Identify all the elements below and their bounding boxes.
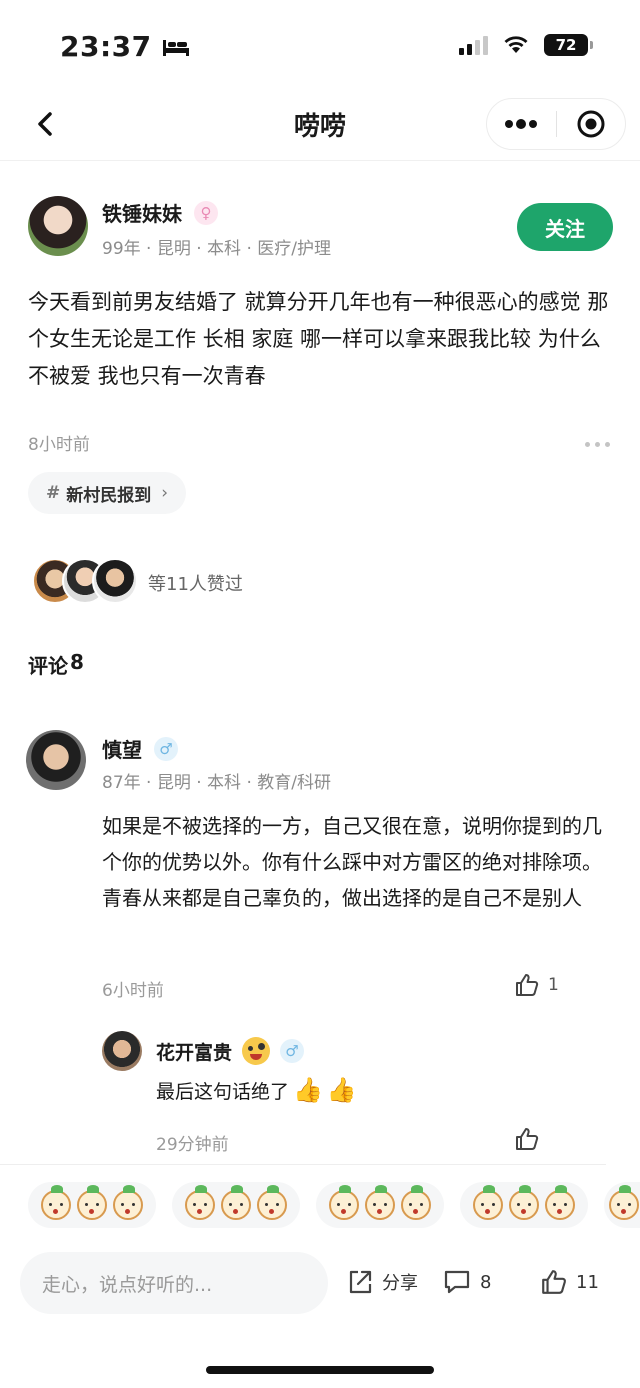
thumbs-up-icon [516,1128,539,1150]
comment-button[interactable]: 8 [442,1268,491,1296]
like-button[interactable]: 11 [540,1268,599,1296]
comment-bubble-icon [444,1270,470,1294]
comment-input[interactable]: 走心，说点好听的... [20,1252,328,1314]
hashtag-icon: # [46,483,61,503]
target-circle-icon [577,110,605,138]
reply-author-avatar[interactable] [102,1031,142,1071]
cellular-signal-icon [459,35,488,55]
status-bar: 23:37 72 [0,0,640,92]
sticker-option[interactable] [316,1182,444,1228]
sticker-icon [509,1185,539,1220]
sticker-icon [545,1185,575,1220]
more-menu-button[interactable] [487,99,556,149]
follow-button[interactable]: 关注 [517,203,613,251]
topic-label: 新村民报到 [66,485,152,506]
share-label: 分享 [382,1273,418,1294]
sticker-icon [41,1185,71,1220]
sticker-icon [473,1185,503,1220]
home-indicator[interactable] [206,1366,434,1374]
male-gender-icon: ♂ [154,736,178,761]
status-time: 23:37 [60,30,190,63]
post-author-meta: 99年 · 昆明 · 本科 · 医疗/护理 [102,239,331,259]
sticker-icon [329,1185,359,1220]
like-count: 11 [576,1271,599,1293]
male-gender-icon: ♂ [280,1039,305,1063]
battery-level: 72 [555,36,577,54]
comment-time: 6小时前 [102,981,164,1001]
reply-content[interactable]: 最后这句话绝了 👍 👍 [156,1076,357,1104]
sticker-icon [609,1185,639,1220]
sticker-icon [365,1185,395,1220]
liker-avatars[interactable] [32,558,138,606]
reply-time: 29分钟前 [156,1135,229,1155]
battery-icon: 72 [544,34,593,56]
post-content: 今天看到前男友结婚了 就算分开几年也有一种很恶心的感觉 那个女生无论是工作 长相… [28,290,609,388]
comment-author[interactable]: 慎望 ♂ [102,734,178,763]
comments-count: 8 [70,650,84,674]
comment-count: 8 [480,1271,492,1293]
sleep-mode-icon [162,39,189,56]
comments-label: 评论 [28,654,68,678]
thumbs-up-emoji-icon: 👍 [326,1076,357,1104]
sticker-option[interactable] [28,1182,156,1228]
reply-like-button[interactable] [514,1126,540,1156]
post-author[interactable]: 铁锤妹妹 ♀ [102,198,218,227]
reply-author[interactable]: 花开富贵 ♂ [156,1037,305,1065]
chevron-right-icon: › [161,483,169,503]
sticker-icon [185,1185,215,1220]
comment-like-count: 1 [548,975,559,995]
clock: 23:37 [60,30,152,63]
bottom-action-bar: 走心，说点好听的... 分享 8 11 [0,1248,640,1318]
close-mini-program-button[interactable] [557,99,626,149]
sticker-icon [401,1185,431,1220]
comment-author-meta: 87年 · 昆明 · 本科 · 教育/科研 [102,773,331,793]
sticker-icon [113,1185,143,1220]
sticker-quick-replies [28,1182,640,1228]
sticker-option[interactable] [604,1182,640,1228]
sticker-icon [77,1185,107,1220]
thumbs-up-icon [542,1270,566,1294]
sticker-option[interactable] [460,1182,588,1228]
post-author-avatar[interactable] [28,196,88,256]
wifi-icon [504,36,528,53]
comment-like-button[interactable]: 1 [514,972,559,998]
comments-heading: 评论 8 [28,650,84,679]
sticker-option[interactable] [172,1182,300,1228]
mini-program-capsule [486,98,626,150]
topic-tag[interactable]: # 新村民报到 › [28,472,187,514]
comment-author-avatar[interactable] [26,730,86,790]
nav-bar: 唠唠 [0,92,640,156]
sticker-icon [221,1185,251,1220]
post-more-icon[interactable] [585,442,610,447]
liker-avatar [92,558,138,604]
thumbs-up-icon [516,974,539,996]
comment-content[interactable]: 如果是不被选择的一方，自己又很在意，说明你提到的几个你的优势以外。你有什么踩中对… [102,808,614,916]
share-icon [349,1270,372,1294]
post-author-name[interactable]: 铁锤妹妹 [102,198,182,227]
share-button[interactable]: 分享 [346,1268,418,1296]
female-gender-icon: ♀ [194,200,218,225]
comment-author-name[interactable]: 慎望 [102,734,142,763]
likers-count-text[interactable]: 等11人赞过 [148,570,243,596]
post-time: 8小时前 [28,435,90,455]
crazy-face-emoji-icon [242,1037,271,1065]
thumbs-up-emoji-icon: 👍 [293,1076,323,1104]
reply-text: 最后这句话绝了 [156,1080,290,1103]
more-dots-icon [505,119,538,129]
reply-author-name[interactable]: 花开富贵 [156,1038,232,1065]
sticker-icon [257,1185,287,1220]
